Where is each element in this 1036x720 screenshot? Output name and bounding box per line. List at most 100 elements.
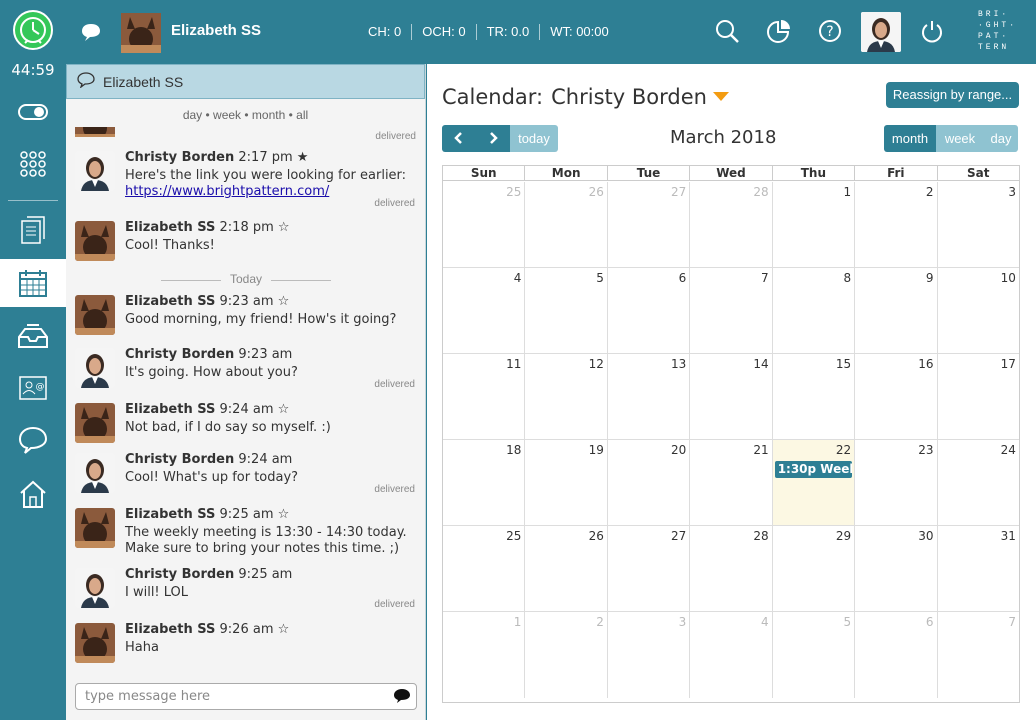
day-cell[interactable]: 6 (855, 612, 938, 698)
search-icon[interactable] (714, 18, 740, 44)
star-icon[interactable]: ☆ (278, 294, 290, 309)
day-cell[interactable]: 4 (443, 268, 526, 353)
day-cell[interactable]: 27 (608, 526, 691, 611)
help-icon[interactable]: ? (817, 18, 843, 44)
delivered-label: delivered (375, 131, 416, 142)
send-icon[interactable] (393, 688, 411, 708)
message-time: 9:24 am (219, 402, 274, 417)
day-cell[interactable]: 1 (443, 612, 526, 698)
caret-down-icon[interactable] (712, 92, 729, 101)
pie-chart-icon[interactable] (765, 18, 791, 44)
calendar-icon[interactable] (0, 259, 66, 307)
day-cell[interactable]: 9 (855, 268, 938, 353)
week-row: 25 26 27 28 1 2 3 (443, 182, 1019, 268)
month-label: March 2018 (670, 127, 777, 148)
contacts-icon[interactable]: @ (0, 364, 66, 412)
range-links[interactable]: day • week • month • all (66, 108, 425, 122)
message-header: Elizabeth SS 9:23 am ☆ (125, 294, 289, 309)
power-icon[interactable] (919, 18, 945, 44)
day-cell[interactable]: 10 (938, 268, 1019, 353)
day-cell[interactable]: 28 (690, 182, 773, 267)
day-cell[interactable]: 24 (938, 440, 1019, 525)
message-input[interactable] (75, 683, 417, 710)
day-cell[interactable]: 20 (608, 440, 691, 525)
message-body: Cool! What's up for today? (125, 470, 415, 486)
day-cell[interactable]: 3 (938, 182, 1019, 267)
view-week-button[interactable]: week (936, 125, 984, 152)
day-cell[interactable]: 22 1:30p Weekl (772, 440, 856, 525)
day-cell[interactable]: 11 (443, 354, 526, 439)
day-number: 16 (918, 357, 934, 371)
message-author: Elizabeth SS (125, 294, 216, 309)
chat-header-name: Elizabeth SS (103, 73, 184, 90)
day-cell[interactable]: 31 (938, 526, 1019, 611)
day-cell[interactable]: 4 (690, 612, 773, 698)
day-cell[interactable]: 14 (690, 354, 773, 439)
day-cell[interactable]: 28 (690, 526, 773, 611)
day-number: 27 (670, 529, 687, 543)
day-cell[interactable]: 30 (855, 526, 938, 611)
message-time: 9:25 am (219, 507, 274, 522)
star-icon[interactable]: ☆ (278, 507, 290, 522)
agent-selector[interactable]: Christy Borden (551, 85, 707, 109)
day-number: 20 (670, 443, 687, 457)
day-cell[interactable]: 1 (773, 182, 856, 267)
day-cell[interactable]: 12 (525, 354, 608, 439)
message-body: Good morning, my friend! How's it going? (125, 312, 415, 328)
session-timer: 44:59 (11, 61, 55, 79)
chat-bubble-icon[interactable] (80, 22, 102, 46)
day-cell[interactable]: 6 (608, 268, 691, 353)
user-avatar[interactable] (861, 12, 901, 52)
day-cell[interactable]: 7 (690, 268, 773, 353)
inbox-icon[interactable] (0, 312, 66, 360)
day-cell[interactable]: 7 (938, 612, 1019, 698)
day-cell[interactable]: 2 (525, 612, 608, 698)
home-icon[interactable] (0, 470, 66, 518)
day-cell[interactable]: 17 (938, 354, 1019, 439)
clock-icon[interactable] (13, 10, 53, 50)
day-cell[interactable]: 8 (773, 268, 856, 353)
day-cell[interactable]: 15 (773, 354, 856, 439)
day-cell[interactable]: 5 (525, 268, 608, 353)
chat-bubble-icon (77, 72, 95, 91)
day-cell[interactable]: 26 (525, 182, 608, 267)
star-icon[interactable]: ☆ (278, 220, 290, 235)
day-cell[interactable]: 21 (690, 440, 773, 525)
message-text: I will! LOL (125, 585, 189, 600)
day-cell[interactable]: 3 (608, 612, 691, 698)
calendar-event[interactable]: 1:30p Weekl (774, 461, 853, 478)
view-month-button[interactable]: month (884, 125, 936, 152)
day-cell[interactable]: 2 (855, 182, 938, 267)
day-cell[interactable]: 27 (608, 182, 691, 267)
message-time: 9:25 am (238, 567, 293, 582)
day-cell[interactable]: 5 (773, 612, 856, 698)
toggle-icon[interactable] (0, 88, 66, 136)
day-cell[interactable]: 25 (443, 182, 526, 267)
day-cell[interactable]: 29 (773, 526, 856, 611)
day-cell[interactable]: 25 (443, 526, 526, 611)
documents-icon[interactable] (0, 206, 66, 254)
dialpad-icon[interactable] (0, 140, 66, 188)
chat-icon[interactable] (0, 416, 66, 464)
reassign-button[interactable]: Reassign by range... (886, 82, 1019, 108)
day-number: 2 (596, 615, 604, 629)
day-cell[interactable]: 26 (525, 526, 608, 611)
day-cell[interactable]: 19 (525, 440, 608, 525)
day-cell[interactable]: 13 (608, 354, 691, 439)
message-text: Cool! What's up for today? (125, 470, 299, 485)
today-button[interactable]: today (510, 125, 558, 152)
next-button[interactable] (476, 125, 510, 152)
star-icon[interactable]: ☆ (278, 622, 290, 637)
message-link[interactable]: https://www.brightpattern.com/ (125, 184, 329, 199)
message-body: Haha (125, 640, 415, 656)
app-window: Elizabeth SS CH: 0 OCH: 0 TR: 0.0 WT: 00… (0, 0, 1036, 720)
view-day-button[interactable]: day (984, 125, 1018, 152)
day-number: 4 (513, 271, 522, 285)
prev-button[interactable] (442, 125, 476, 152)
star-icon[interactable]: ★ (297, 150, 309, 165)
day-cell[interactable]: 16 (855, 354, 938, 439)
day-cell[interactable]: 23 (855, 440, 938, 525)
day-cell[interactable]: 18 (443, 440, 526, 525)
star-icon[interactable]: ☆ (278, 402, 290, 417)
day-number: 2 (925, 185, 934, 199)
